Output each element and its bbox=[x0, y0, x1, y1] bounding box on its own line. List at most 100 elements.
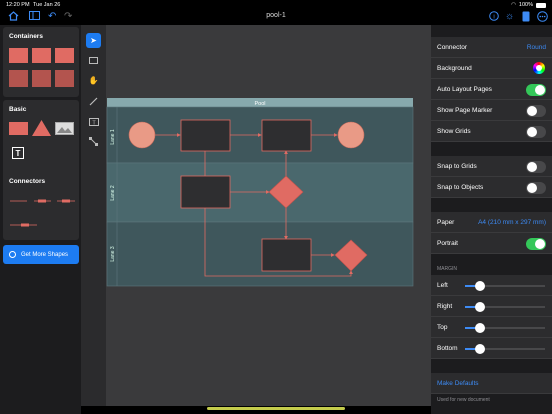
background-row[interactable]: Background bbox=[431, 58, 552, 79]
margin-top-row: Top bbox=[431, 317, 552, 338]
brightness-icon[interactable]: ☼ bbox=[505, 11, 514, 23]
status-date: Tue Jan 26 bbox=[33, 2, 61, 8]
connector-shapes-row-1[interactable] bbox=[9, 198, 77, 204]
status-time: 12:20 PM bbox=[6, 2, 30, 8]
info-icon[interactable]: i bbox=[489, 11, 499, 25]
show-grids-row: Show Grids bbox=[431, 121, 552, 142]
margin-bottom-slider[interactable] bbox=[465, 344, 545, 354]
snap-objects-toggle[interactable] bbox=[526, 182, 546, 194]
task-box-2[interactable] bbox=[261, 119, 312, 152]
containers-panel: Containers bbox=[3, 27, 79, 97]
container-shape-1[interactable] bbox=[9, 48, 28, 63]
shape-library-sidebar: Containers Basic T Connectors Get More S… bbox=[0, 25, 81, 414]
store-icon bbox=[9, 251, 16, 258]
snap-objects-row: Snap to Objects bbox=[431, 177, 552, 198]
margin-left-row: Left bbox=[431, 275, 552, 296]
lane-2[interactable] bbox=[106, 162, 414, 223]
connector-tool-icon[interactable] bbox=[86, 134, 101, 149]
portrait-row: Portrait bbox=[431, 233, 552, 254]
get-more-shapes-button[interactable]: Get More Shapes bbox=[3, 245, 79, 264]
container-shape-2[interactable] bbox=[32, 48, 51, 63]
container-shape-6[interactable] bbox=[55, 70, 74, 87]
svg-text:i: i bbox=[493, 15, 494, 21]
margin-left-label: Left bbox=[437, 282, 448, 289]
connector-value[interactable]: Round bbox=[527, 44, 546, 51]
slider-knob[interactable] bbox=[475, 302, 485, 312]
pencil-tool-icon[interactable] bbox=[86, 94, 101, 109]
page-marker-row: Show Page Marker bbox=[431, 100, 552, 121]
snap-grids-label: Snap to Grids bbox=[437, 163, 477, 170]
auto-layout-row: Auto Layout Pages bbox=[431, 79, 552, 100]
pool-label: Pool bbox=[254, 101, 265, 107]
end-event-circle[interactable] bbox=[337, 121, 365, 149]
portrait-label: Portrait bbox=[437, 240, 458, 247]
lane-2-label: Lane 2 bbox=[110, 185, 116, 201]
wifi-icon: ◠ bbox=[511, 2, 516, 8]
status-bar: 12:20 PM Tue Jan 26 ◠ 100% bbox=[0, 0, 552, 10]
task-box-4[interactable] bbox=[261, 238, 312, 272]
margin-bottom-label: Bottom bbox=[437, 345, 458, 352]
paper-value[interactable]: A4 (210 mm x 297 mm) bbox=[478, 219, 546, 226]
hand-tool-icon[interactable]: ✋ bbox=[86, 73, 101, 88]
status-right: ◠ 100% bbox=[511, 2, 546, 8]
slider-knob[interactable] bbox=[475, 323, 485, 333]
text-box-tool-icon[interactable]: T bbox=[86, 114, 101, 129]
page-marker-label: Show Page Marker bbox=[437, 107, 493, 114]
page-marker-toggle[interactable] bbox=[526, 105, 546, 117]
basic-title: Basic bbox=[9, 106, 27, 113]
make-defaults-row[interactable]: Make Defaults bbox=[431, 373, 552, 394]
defaults-note: Used for new document bbox=[437, 397, 490, 403]
containers-title: Containers bbox=[9, 33, 43, 40]
margin-bottom-row: Bottom bbox=[431, 338, 552, 359]
margin-right-row: Right bbox=[431, 296, 552, 317]
task-box-3[interactable] bbox=[180, 175, 231, 209]
home-indicator[interactable] bbox=[207, 407, 345, 410]
snap-objects-label: Snap to Objects bbox=[437, 184, 484, 191]
diagram-canvas[interactable]: Pool Lane 1 Lane 2 Lane 3 bbox=[106, 25, 431, 406]
more-options-icon[interactable] bbox=[537, 11, 548, 26]
battery-icon bbox=[536, 2, 546, 8]
get-more-shapes-label: Get More Shapes bbox=[21, 251, 69, 258]
connector-row[interactable]: Connector Round bbox=[431, 37, 552, 58]
margin-right-slider[interactable] bbox=[465, 302, 545, 312]
pool-diagram[interactable]: Pool Lane 1 Lane 2 Lane 3 bbox=[106, 25, 431, 406]
portrait-toggle[interactable] bbox=[526, 238, 546, 250]
select-tool-icon[interactable]: ➤ bbox=[86, 33, 101, 48]
auto-layout-toggle[interactable] bbox=[526, 84, 546, 96]
top-toolbar: ↶ ↷ pool-1 i ☼ bbox=[0, 10, 552, 25]
lane-3-label: Lane 3 bbox=[110, 246, 116, 262]
snap-grids-toggle[interactable] bbox=[526, 161, 546, 173]
container-shape-4[interactable] bbox=[9, 70, 28, 87]
start-event-circle[interactable] bbox=[128, 121, 156, 149]
background-label: Background bbox=[437, 65, 472, 72]
margin-top-slider[interactable] bbox=[465, 323, 545, 333]
text-shape-icon[interactable]: T bbox=[12, 147, 24, 159]
margin-top-label: Top bbox=[437, 324, 448, 331]
margin-header: MARGIN bbox=[437, 266, 457, 272]
triangle-shape[interactable] bbox=[32, 120, 51, 136]
make-defaults-button[interactable]: Make Defaults bbox=[437, 380, 479, 387]
task-box-1[interactable] bbox=[180, 119, 231, 152]
document-settings-panel: Connector Round Background Auto Layout P… bbox=[431, 25, 552, 414]
container-shape-3[interactable] bbox=[55, 48, 74, 63]
connectors-panel: Connectors bbox=[3, 172, 79, 240]
rectangle-tool-icon[interactable] bbox=[86, 53, 101, 68]
connector-shapes-row-2[interactable] bbox=[9, 222, 39, 228]
battery-percent: 100% bbox=[518, 2, 533, 8]
color-picker-icon[interactable] bbox=[533, 62, 545, 74]
paper-label: Paper bbox=[437, 219, 455, 226]
margin-left-slider[interactable] bbox=[465, 281, 545, 291]
tool-strip: ➤ ✋ T bbox=[81, 25, 106, 406]
rectangle-shape[interactable] bbox=[9, 122, 28, 135]
snap-grids-row: Snap to Grids bbox=[431, 156, 552, 177]
container-shape-5[interactable] bbox=[32, 70, 51, 87]
device-icon[interactable] bbox=[522, 11, 530, 26]
slider-knob[interactable] bbox=[475, 344, 485, 354]
lane-1-label: Lane 1 bbox=[110, 129, 116, 145]
image-shape[interactable] bbox=[55, 122, 74, 135]
slider-knob[interactable] bbox=[475, 281, 485, 291]
document-title: pool-1 bbox=[266, 12, 286, 19]
show-grids-toggle[interactable] bbox=[526, 126, 546, 138]
connector-label: Connector bbox=[437, 44, 467, 51]
paper-row[interactable]: Paper A4 (210 mm x 297 mm) bbox=[431, 212, 552, 233]
